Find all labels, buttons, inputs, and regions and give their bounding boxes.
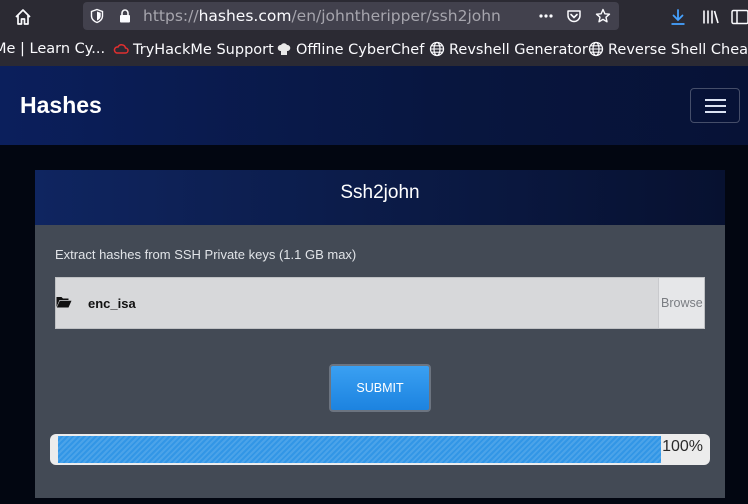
page-title: Ssh2john — [340, 182, 420, 203]
address-bar[interactable]: https://hashes.com/en/johntheripper/ssh2… — [83, 2, 619, 30]
cloud-icon — [113, 44, 129, 54]
bookmark-label: Offline CyberChef — [296, 42, 425, 58]
library-icon[interactable] — [701, 7, 721, 27]
browse-button[interactable]: Browse — [658, 278, 704, 328]
bookmark-item[interactable]: Offline CyberChef — [276, 41, 424, 58]
hamburger-icon — [705, 105, 726, 107]
upload-progress-bar: 100% — [50, 434, 710, 465]
bookmark-label: Me | Learn Cy... — [0, 41, 106, 57]
url-prefix: https:// — [143, 7, 199, 25]
bookmark-label: Reverse Shell Cheat S — [608, 42, 748, 58]
bookmark-item[interactable]: Revshell Generator — [429, 41, 588, 58]
site-navbar: Hashes — [0, 66, 748, 145]
url-path: /en/johntheripper/ssh2john — [291, 7, 501, 25]
upload-description: Extract hashes from SSH Private keys (1.… — [55, 247, 357, 262]
shield-icon[interactable] — [89, 8, 105, 24]
progress-fill — [58, 436, 661, 463]
url-text: https://hashes.com/en/johntheripper/ssh2… — [143, 7, 501, 25]
file-input[interactable]: enc_isa Browse — [55, 277, 705, 329]
site-brand[interactable]: Hashes — [20, 92, 102, 119]
star-icon[interactable] — [595, 8, 611, 24]
card-body: Extract hashes from SSH Private keys (1.… — [35, 225, 725, 498]
lock-icon[interactable] — [117, 8, 133, 24]
bookmark-label: Revshell Generator — [449, 42, 588, 58]
url-host: hashes.com — [198, 7, 292, 25]
bookmark-item[interactable]: Me | Learn Cy... — [0, 41, 105, 57]
bookmark-item[interactable]: Reverse Shell Cheat S — [588, 41, 748, 58]
globe-icon — [429, 41, 445, 57]
progress-percent: 100% — [662, 438, 703, 455]
hamburger-icon — [705, 111, 726, 113]
pocket-icon[interactable] — [566, 8, 582, 24]
folder-open-icon — [56, 297, 72, 308]
card-header: Ssh2john — [35, 170, 725, 225]
download-icon[interactable] — [668, 7, 688, 27]
browse-label: Browse — [661, 296, 703, 310]
browser-toolbar: https://hashes.com/en/johntheripper/ssh2… — [0, 0, 748, 33]
selected-file-name: enc_isa — [88, 296, 136, 311]
menu-toggle-button[interactable] — [690, 88, 740, 123]
hamburger-icon — [705, 99, 726, 101]
bookmark-label: TryHackMe Support — [133, 42, 274, 58]
submit-button[interactable]: SUBMIT — [329, 364, 431, 412]
more-options-icon[interactable] — [538, 8, 554, 24]
home-icon[interactable] — [13, 7, 33, 27]
sidebar-icon[interactable] — [730, 7, 748, 27]
globe-icon — [588, 41, 604, 57]
bookmark-item[interactable]: TryHackMe Support — [113, 41, 274, 58]
chef-hat-icon — [277, 43, 291, 55]
bookmarks-bar: Me | Learn Cy... TryHackMe Support Offli… — [0, 33, 748, 66]
